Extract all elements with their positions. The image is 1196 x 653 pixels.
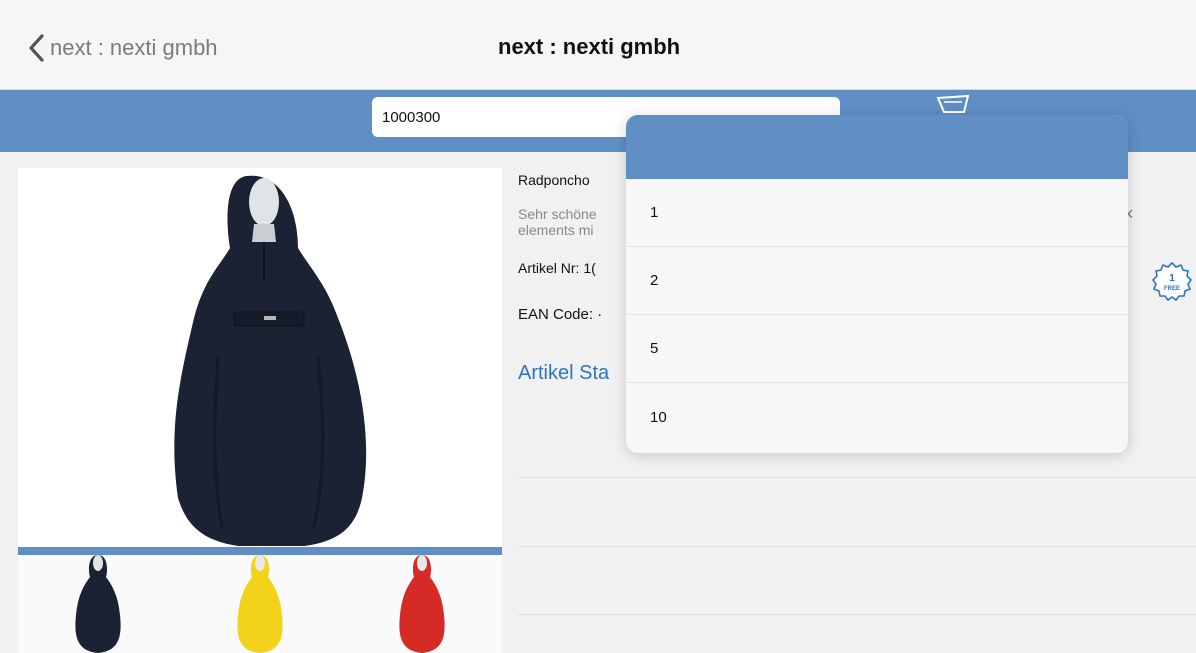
quantity-option[interactable]: 5 [626,315,1128,383]
svg-text:1: 1 [1169,273,1175,284]
article-status-link[interactable]: Artikel Sta [518,362,609,385]
product-image-panel [18,168,502,653]
product-name: Radponcho [518,172,590,188]
row-divider [518,477,1196,478]
ean-code: EAN Code: · [518,306,603,323]
popover-header [626,115,1128,179]
chevron-left-icon [29,34,44,62]
product-description: Sehr schöne elements mi [518,206,597,238]
back-label: next : nexti gmbh [50,35,218,60]
poncho-navy-image [174,175,367,548]
thumbnail-yellow[interactable] [200,555,320,653]
navigation-bar: next : nexti gmbh next : nexti gmbh [0,0,1196,90]
quantity-option[interactable]: 10 [626,383,1128,451]
quantity-option[interactable]: 2 [626,247,1128,315]
svg-text:FREE: FREE [1164,286,1180,292]
row-divider [518,546,1196,547]
thumbnail-strip [18,555,502,653]
thumbnail-navy[interactable] [38,555,158,653]
back-button[interactable]: next : nexti gmbh [28,30,218,66]
product-main-image[interactable] [18,168,502,548]
quantity-popover: 1 2 5 10 [626,115,1128,453]
article-number: Artikel Nr: 1( [518,260,596,276]
free-badge-icon[interactable]: 1 FREE [1150,260,1194,304]
row-divider [518,614,1196,615]
thumbnail-red[interactable] [362,555,482,653]
image-divider [18,547,502,555]
page-title: next : nexti gmbh [498,34,681,59]
quantity-option[interactable]: 1 [626,179,1128,247]
